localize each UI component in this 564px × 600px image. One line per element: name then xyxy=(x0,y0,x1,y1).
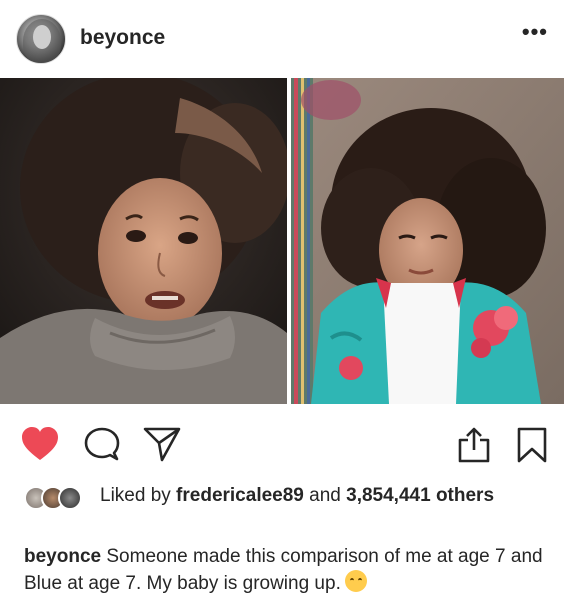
likes-row: Liked by fredericalee89 and 3,854,441 ot… xyxy=(0,480,564,536)
likes-prefix: Liked by xyxy=(100,485,177,506)
heart-icon[interactable] xyxy=(20,426,60,462)
caption: beyonce Someone made this comparison of … xyxy=(24,544,554,597)
likes-middle: and xyxy=(303,485,347,506)
post-photo-left[interactable] xyxy=(0,78,287,404)
likes-suffix[interactable]: others xyxy=(431,485,494,506)
likes-text: Liked by fredericalee89 and 3,854,441 ot… xyxy=(100,484,540,508)
liker-avatar xyxy=(58,486,82,510)
share-upload-icon[interactable] xyxy=(456,426,492,464)
liker-username[interactable]: fredericalee89 xyxy=(176,485,304,506)
liker-avatars[interactable] xyxy=(24,486,94,510)
caption-text: Someone made this comparison of me at ag… xyxy=(24,546,543,594)
post-username[interactable]: beyonce xyxy=(80,26,165,50)
bookmark-icon[interactable] xyxy=(516,426,548,464)
action-bar xyxy=(0,404,564,478)
smiling-face-with-hearts-icon xyxy=(344,570,367,592)
likes-count[interactable]: 3,854,441 xyxy=(346,485,431,506)
avatar-face xyxy=(33,25,51,49)
post-photo-right[interactable] xyxy=(291,78,564,404)
photo-right-image xyxy=(291,78,564,404)
more-options-icon[interactable]: ••• xyxy=(522,21,548,43)
caption-username[interactable]: beyonce xyxy=(24,546,101,567)
avatar[interactable] xyxy=(16,14,66,64)
comment-icon[interactable] xyxy=(84,426,120,462)
post-header: beyonce ••• xyxy=(0,0,564,78)
photo-left-image xyxy=(0,78,287,404)
send-icon[interactable] xyxy=(143,426,181,462)
